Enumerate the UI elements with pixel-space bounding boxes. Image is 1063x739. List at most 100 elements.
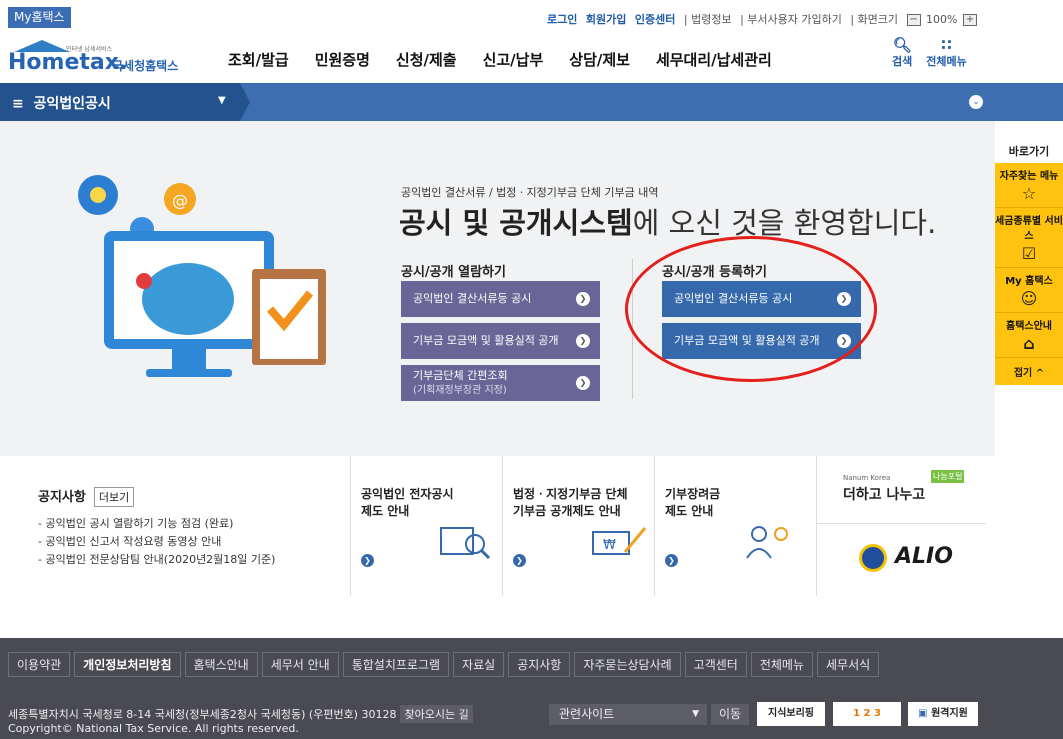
quick-my-hometax[interactable]: My 홈택스 ☺ (995, 268, 1063, 313)
monitor-illustration: @ (78, 175, 326, 377)
login-link[interactable]: 로그인 (547, 13, 577, 26)
related-sites-select[interactable]: 관련사이트 ▼ (549, 704, 707, 725)
footer-terms[interactable]: 이용약관 (8, 652, 71, 677)
tax-123-banner[interactable]: 1 2 3 (833, 702, 901, 726)
nanum-portal-banner[interactable]: Nanum Korea 더하고 나누고 나눔포털 (816, 456, 986, 524)
section-bar-arrow (240, 83, 250, 121)
all-menu-label: 전체메뉴 (926, 55, 967, 68)
header-icons: 🔍︎ 검색 ∷ 전체메뉴 (892, 37, 967, 69)
nav-consult[interactable]: 상담/제보 (569, 49, 630, 70)
e-disclosure-title: 공익법인 전자공시 제도 안내 (361, 487, 454, 518)
footer-tax-office[interactable]: 세무서 안내 (261, 652, 339, 677)
hometax-logo[interactable]: 인터넷 납세서비스 Hometax. 국세청홈택스 (8, 38, 193, 78)
notice-item[interactable]: - 공익법인 전문상담팀 안내(2020년2월18일 기준) (38, 551, 338, 567)
donation-org-lookup-sub: (기획재정부장관 지정) (413, 385, 507, 396)
remote-support-banner[interactable]: ▣ 원격지원 (908, 702, 978, 726)
view-settlement-label: 공익법인 결산서류등 공시 (413, 292, 532, 305)
search-icon: 🔍︎ (892, 36, 912, 54)
notice-item-text: 공익법인 전문상담팀 안내(2020년2월18일 기준) (45, 553, 276, 566)
expand-circle-icon[interactable]: ⌄ (969, 95, 983, 109)
donation-org-lookup-label: 기부금단체 간편조회 (413, 369, 508, 382)
footer-faq[interactable]: 자주묻는상담사례 (574, 652, 681, 677)
footer-notice[interactable]: 공지사항 (508, 652, 571, 677)
chevron-right-icon: ❯ (576, 292, 590, 306)
quick-favorite-menu[interactable]: 자주찾는 메뉴 ☆ (995, 163, 1063, 208)
footer-install-program[interactable]: 통합설치프로그램 (342, 652, 450, 677)
svg-text:₩: ₩ (603, 538, 616, 553)
home-icon: ⌂ (1023, 334, 1035, 353)
quick-tax-type-label: 세금종류별 서비스 (995, 216, 1063, 242)
notice-item-text: 공익법인 신고서 작성요령 동영상 안내 (45, 535, 222, 548)
notice-panel: 공지사항 더보기 - 공익법인 공시 열람하기 기능 점검 (완료) - 공익법인… (38, 486, 338, 569)
footer-address: 세종특별자치시 국세청로 8-14 국세청(정부세종2청사 국세청동) (우편번… (8, 708, 397, 721)
nav-lookup[interactable]: 조회/발급 (228, 49, 289, 70)
footer-privacy[interactable]: 개인정보처리방침 (74, 652, 181, 677)
nanum-text: 더하고 나누고 (843, 487, 926, 503)
logo-wordmark: Hometax. (8, 50, 128, 75)
svg-text:@: @ (172, 191, 188, 210)
person-icon: ☺ (1020, 289, 1038, 308)
alio-emblem-icon (859, 544, 887, 572)
main-nav: 조회/발급 민원증명 신청/제출 신고/납부 상담/제보 세무대리/납세관리 (228, 49, 798, 70)
footer-archive[interactable]: 자료실 (453, 652, 505, 677)
nav-certificate[interactable]: 민원증명 (315, 49, 370, 70)
related-sites-label: 관련사이트 (559, 707, 615, 721)
nanum-top-label: Nanum Korea (843, 474, 891, 482)
remote-support-icon: ▣ (918, 708, 928, 719)
search-label: 검색 (892, 55, 913, 68)
cert-center-link[interactable]: 인증센터 (635, 13, 675, 26)
footer-address-line: 세종특별자치시 국세청로 8-14 국세청(정부세종2청사 국세청동) (우편번… (8, 705, 473, 723)
signup-link[interactable]: 회원가입 (586, 13, 626, 26)
notice-title: 공지사항 (38, 490, 86, 505)
footer-customer-center[interactable]: 고객센터 (684, 652, 747, 677)
hero-title-rest: 에 오신 것을 환영합니다. (632, 206, 937, 240)
zoom-out-button[interactable]: − (906, 14, 921, 26)
footer-copyright: Copyright© National Tax Service. All rig… (8, 722, 299, 735)
knowledge-briefing-banner[interactable]: 지식보리핑 (757, 702, 825, 726)
book-search-icon (440, 527, 491, 560)
search-button[interactable]: 🔍︎ 검색 (892, 37, 912, 69)
move-button[interactable]: 이동 (711, 704, 749, 725)
donation-incentive-guide[interactable]: 기부장려금 제도 안내 ❯ (654, 456, 816, 596)
nav-report-pay[interactable]: 신고/납부 (483, 49, 544, 70)
fold-button[interactable]: 접기 ^ (995, 358, 1063, 385)
checkbox-icon: ☑ (1021, 244, 1037, 263)
nav-tax-agent[interactable]: 세무대리/납세관리 (656, 49, 772, 70)
chevron-right-icon: ❯ (576, 376, 590, 390)
footer-tax-forms[interactable]: 세무서식 (817, 652, 880, 677)
view-section-heading: 공시/공개 열람하기 (401, 265, 506, 280)
law-info-link[interactable]: | 법령정보 (684, 13, 732, 26)
donation-org-lookup-button[interactable]: 기부금단체 간편조회 (기획재정부장관 지정) ❯ (401, 365, 600, 401)
notice-more-button[interactable]: 더보기 (93, 487, 135, 507)
quick-hometax-guide[interactable]: 홈택스안내 ⌂ (995, 313, 1063, 358)
zoom-in-button[interactable]: + (963, 14, 977, 26)
notice-list: - 공익법인 공시 열람하기 기능 점검 (완료) - 공익법인 신고서 작성요… (38, 515, 338, 567)
top-links: 로그인 회원가입 인증센터 | 법령정보 | 부서사용자 가입하기 | 화면크기… (542, 11, 977, 27)
footer-all-menu[interactable]: 전체메뉴 (750, 652, 814, 677)
notice-item-text: 공익법인 공시 열람하기 기능 점검 (완료) (45, 517, 234, 530)
notice-item[interactable]: - 공익법인 공시 열람하기 기능 점검 (완료) (38, 515, 338, 531)
nav-apply[interactable]: 신청/제출 (396, 49, 457, 70)
view-donation-button[interactable]: 기부금 모금액 및 활용실적 공개 ❯ (401, 323, 600, 359)
quick-tax-type-service[interactable]: 세금종류별 서비스 ☑ (995, 208, 1063, 268)
view-settlement-button[interactable]: 공익법인 결산서류등 공시 ❯ (401, 281, 600, 317)
quick-menu-title: 바로가기 (995, 139, 1063, 163)
dept-user-signup-link[interactable]: | 부서사용자 가입하기 (740, 13, 842, 26)
donation-disclosure-guide[interactable]: 법정ㆍ지정기부금 단체 기부금 공개제도 안내 ❯ ₩ (502, 456, 654, 596)
red-highlight-circle (625, 236, 877, 382)
hero-title: 공시 및 공개시스템에 오신 것을 환영합니다. (399, 200, 936, 242)
find-way-button[interactable]: 찾아오시는 길 (400, 705, 473, 723)
caret-down-icon: ▼ (218, 95, 226, 106)
money-pen-icon: ₩ (592, 527, 647, 555)
e-disclosure-guide[interactable]: 공익법인 전자공시 제도 안내 ❯ (350, 456, 502, 596)
footer-hometax-guide[interactable]: 홈택스안내 (184, 652, 258, 677)
notice-item[interactable]: - 공익법인 신고서 작성요령 동영상 안내 (38, 533, 338, 549)
main-header: 인터넷 납세서비스 Hometax. 국세청홈택스 조회/발급 민원증명 신청/… (0, 33, 1063, 83)
notice-heading: 공지사항 더보기 (38, 486, 338, 507)
chevron-right-icon: ❯ (513, 554, 526, 567)
all-menu-button[interactable]: ∷ 전체메뉴 (926, 37, 966, 69)
my-hometax-badge[interactable]: My홈택스 (8, 7, 71, 28)
alio-banner[interactable]: ALIO (816, 524, 986, 596)
alio-text: ALIO (895, 544, 953, 569)
section-selector[interactable]: ≡ 공익법인공시 ▼ (0, 83, 240, 121)
